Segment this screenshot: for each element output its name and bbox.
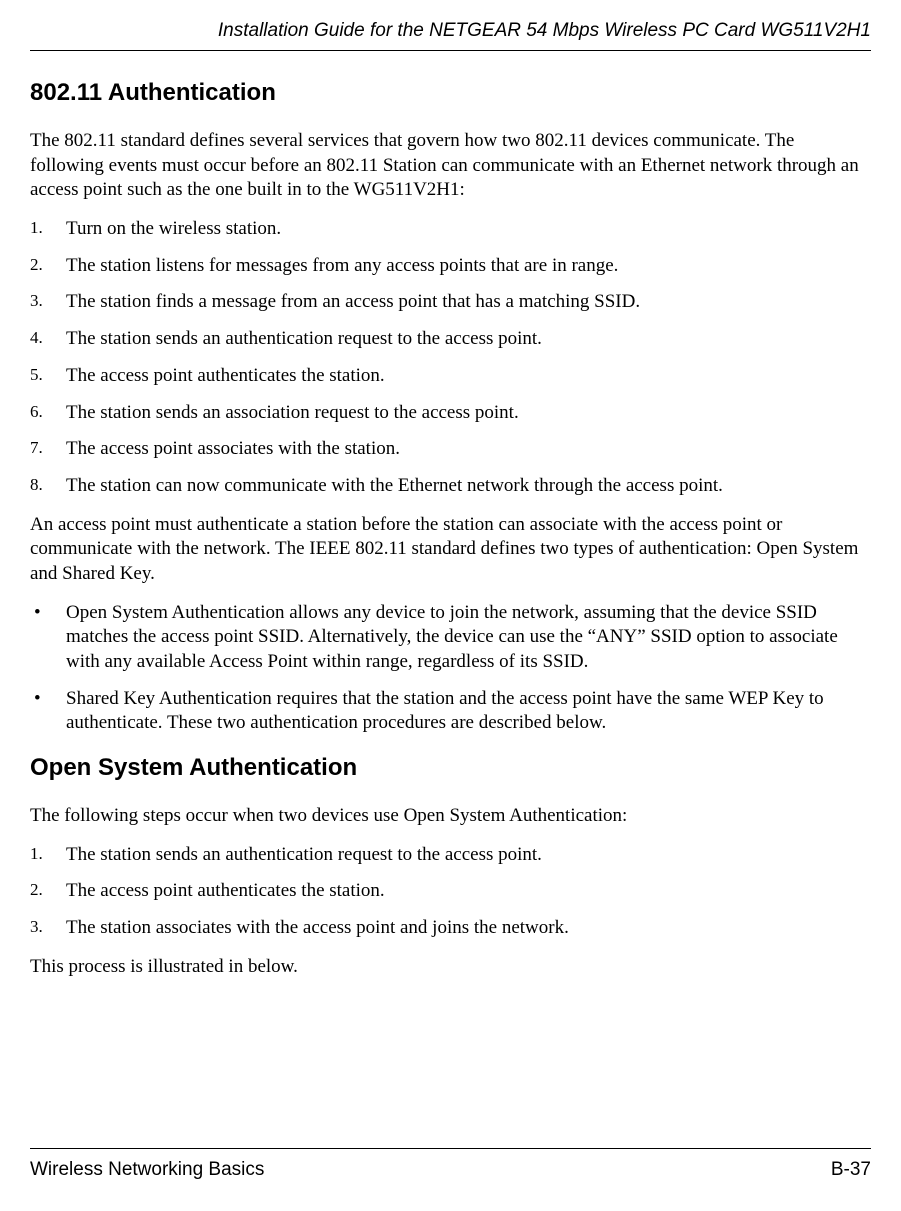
auth-steps-list: Turn on the wireless station. The statio… [30,217,871,499]
list-item: The station listens for messages from an… [30,254,871,279]
list-item: Open System Authentication allows any de… [30,601,871,675]
open-system-steps-list: The station sends an authentication requ… [30,843,871,941]
footer-right: B-37 [831,1159,871,1181]
list-item: The access point authenticates the stati… [30,364,871,389]
list-item: Turn on the wireless station. [30,217,871,242]
section-heading-open-system: Open System Authentication [30,754,871,782]
auth-types-paragraph: An access point must authenticate a stat… [30,513,871,587]
list-item: The station associates with the access p… [30,916,871,941]
list-item: The station sends an association request… [30,401,871,426]
footer-left: Wireless Networking Basics [30,1159,264,1181]
list-item: The access point associates with the sta… [30,437,871,462]
page-footer: Wireless Networking Basics B-37 [30,1148,871,1181]
list-item: The station sends an authentication requ… [30,843,871,868]
open-system-outro: This process is illustrated in below. [30,955,871,980]
page-header: Installation Guide for the NETGEAR 54 Mb… [30,20,871,51]
header-title: Installation Guide for the NETGEAR 54 Mb… [218,20,871,41]
open-system-intro: The following steps occur when two devic… [30,804,871,829]
list-item: The station finds a message from an acce… [30,290,871,315]
intro-paragraph-1: The 802.11 standard defines several serv… [30,129,871,203]
section-heading-auth: 802.11 Authentication [30,79,871,107]
list-item: The station sends an authentication requ… [30,327,871,352]
list-item: The access point authenticates the stati… [30,879,871,904]
list-item: The station can now communicate with the… [30,474,871,499]
auth-types-bullets: Open System Authentication allows any de… [30,601,871,736]
list-item: Shared Key Authentication requires that … [30,687,871,736]
